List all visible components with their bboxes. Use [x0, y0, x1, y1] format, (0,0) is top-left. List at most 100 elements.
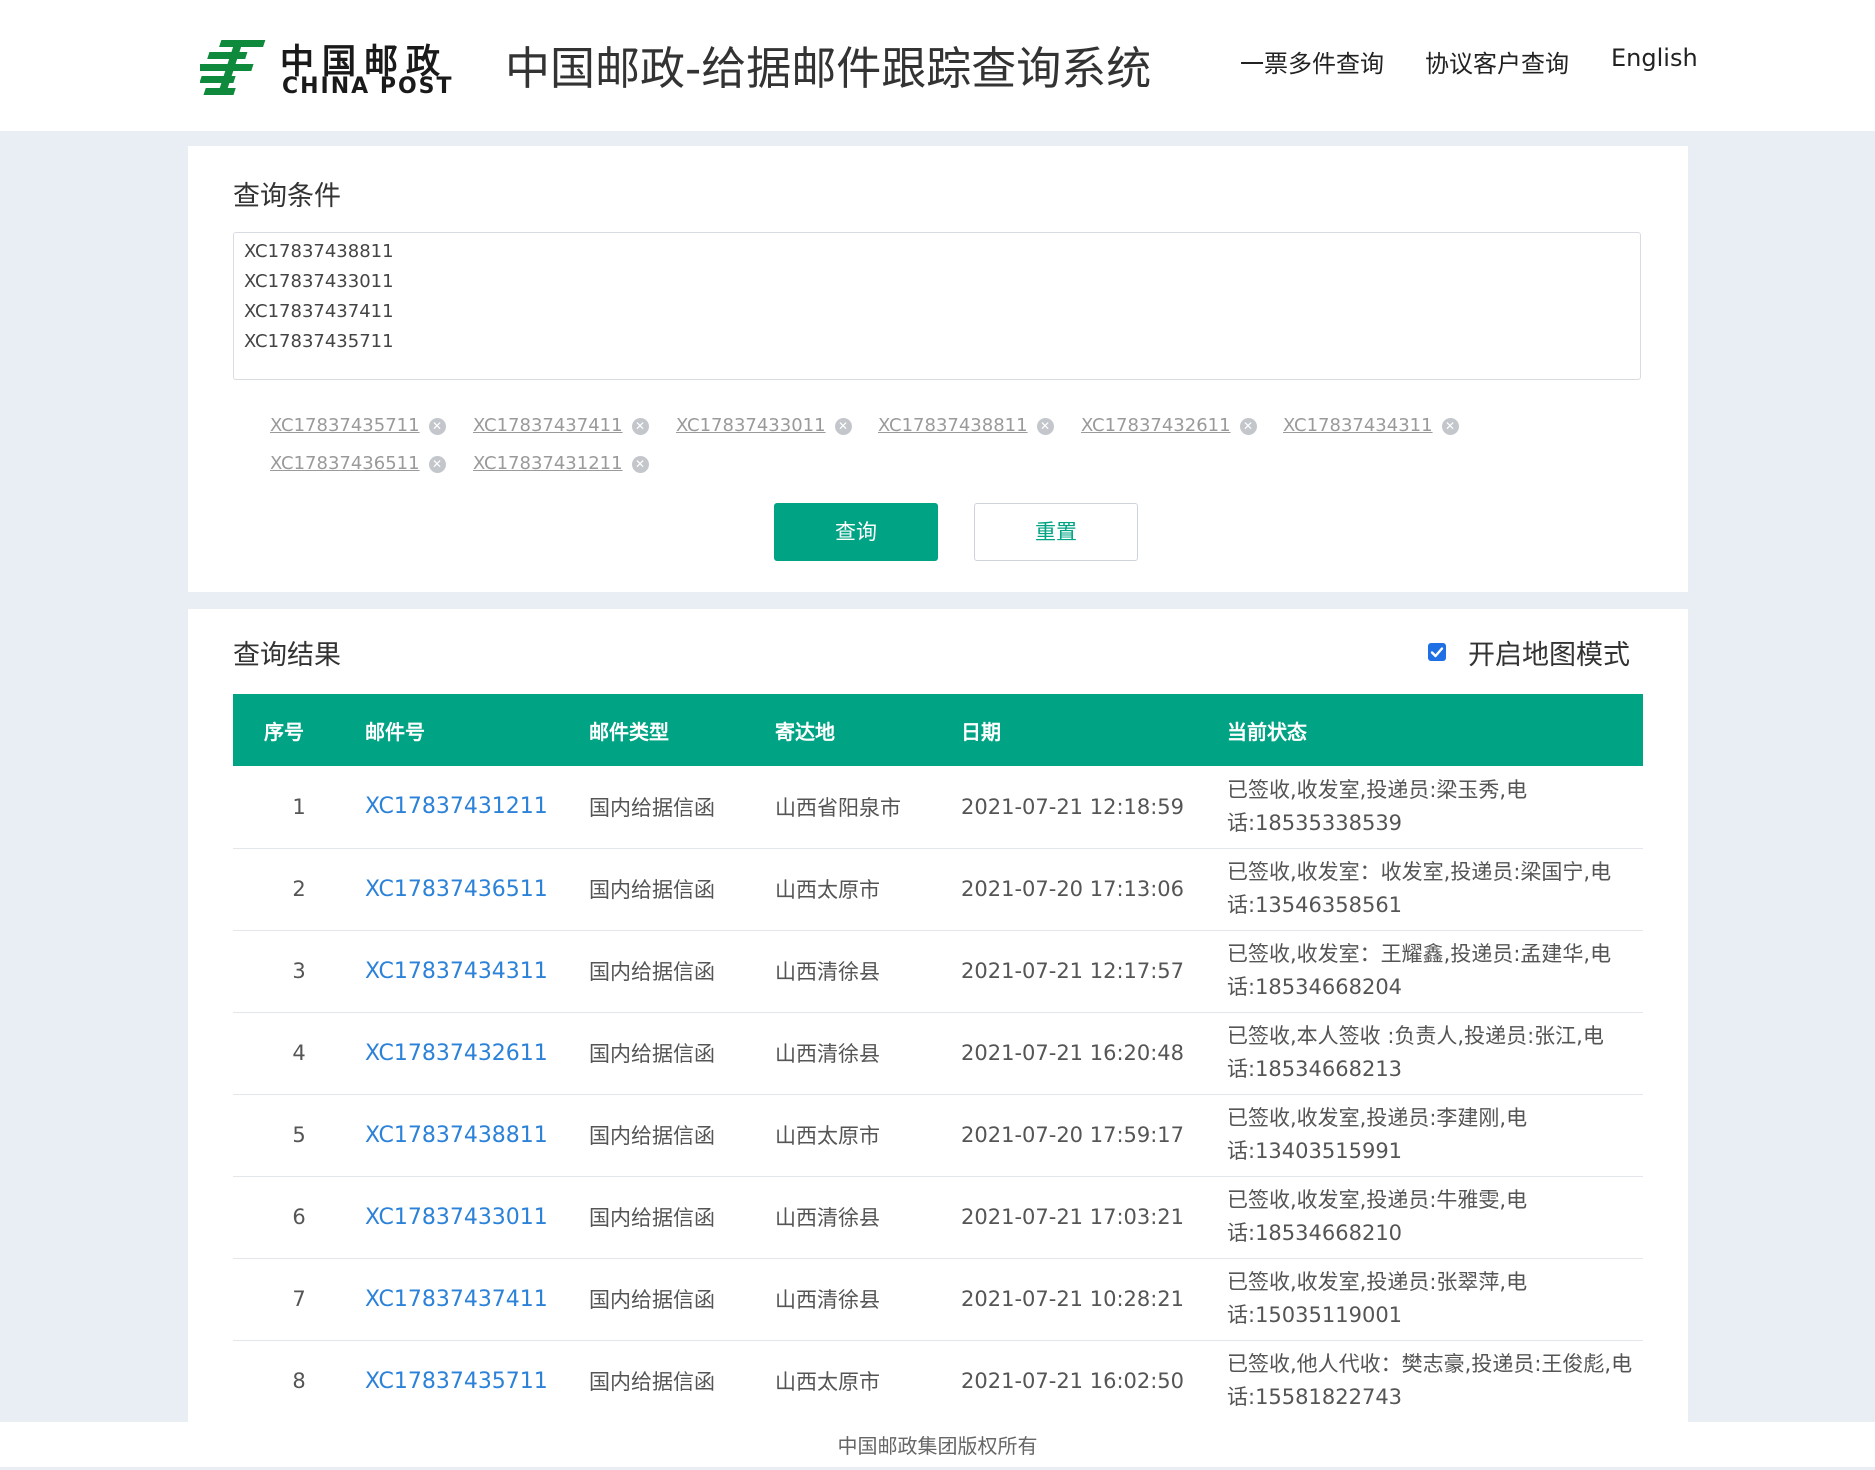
cell-destination: 山西清徐县: [775, 960, 880, 984]
column-header-destination: 寄达地: [775, 719, 835, 744]
remove-tag-icon[interactable]: ✕: [631, 418, 649, 435]
cell-status: 已签收,收发室,投递员:李建刚,电话:13403515991: [1227, 1106, 1528, 1163]
history-tag-label[interactable]: XC17837437411: [473, 415, 623, 436]
input-line: XC17837433011: [244, 271, 394, 292]
history-tag[interactable]: XC17837434311 ✕: [1283, 415, 1459, 436]
mail-id-link[interactable]: XC17837432611: [365, 1041, 548, 1066]
cell-status: 已签收,收发室：收发室,投递员:梁国宁,电话:13546358561: [1227, 860, 1612, 917]
column-header-no: 序号: [264, 719, 304, 744]
cell-no: 5: [292, 1123, 306, 1147]
remove-tag-icon[interactable]: ✕: [1441, 418, 1459, 435]
table-row: 2 XC17837436511 国内给据信函 山西太原市 2021-07-20 …: [233, 848, 1643, 930]
table-row: 7 XC17837437411 国内给据信函 山西清徐县 2021-07-21 …: [233, 1258, 1643, 1340]
cell-status: 已签收,收发室,投递员:牛雅雯,电话:18534668210: [1227, 1188, 1528, 1245]
input-line: XC17837437411: [244, 301, 394, 322]
results-table: 序号 邮件号 邮件类型 寄达地 日期 当前状态 1 XC17837431211 …: [233, 694, 1643, 1423]
history-tag[interactable]: XC17837431211 ✕: [473, 453, 649, 474]
column-header-date: 日期: [961, 719, 1001, 744]
cell-no: 1: [292, 794, 306, 819]
tracking-numbers-input[interactable]: XC17837438811 XC17837433011 XC1783743741…: [233, 232, 1641, 380]
history-tag[interactable]: XC17837433011 ✕: [676, 415, 852, 436]
mail-id-link[interactable]: XC17837437411: [365, 1287, 548, 1312]
cell-status: 已签收,他人代收：樊志豪,投递员:王俊彪,电话:15581822743: [1227, 1352, 1633, 1409]
mail-id-link[interactable]: XC17837433011: [365, 1205, 548, 1230]
input-line: XC17837435711: [244, 331, 394, 352]
history-tag[interactable]: XC17837437411 ✕: [473, 415, 649, 436]
top-header: 中国邮政 CHINA POST 中国邮政-给据邮件跟踪查询系统 一票多件查询 协…: [0, 0, 1875, 131]
cell-date: 2021-07-21 10:28:21: [961, 1287, 1185, 1311]
cell-status: 已签收,收发室,投递员:张翠萍,电话:15035119001: [1227, 1270, 1528, 1327]
table-header-row: 序号 邮件号 邮件类型 寄达地 日期 当前状态: [233, 694, 1643, 766]
column-header-status: 当前状态: [1227, 719, 1307, 744]
cell-date: 2021-07-20 17:13:06: [961, 877, 1185, 901]
cell-date: 2021-07-21 12:17:57: [961, 959, 1185, 983]
remove-tag-icon[interactable]: ✕: [834, 418, 852, 435]
cell-no: 4: [292, 1041, 306, 1065]
history-tag-label[interactable]: XC17837436511: [270, 453, 420, 474]
remove-tag-icon[interactable]: ✕: [428, 418, 446, 435]
history-tag[interactable]: XC17837436511 ✕: [270, 453, 446, 474]
remove-tag-icon[interactable]: ✕: [428, 456, 446, 473]
results-panel: 查询结果 开启地图模式 序号 邮件号 邮件类型 寄达地 日期 当前状态 1 XC…: [188, 609, 1688, 1429]
mail-id-link[interactable]: XC17837431211: [365, 794, 548, 819]
column-header-mail-type: 邮件类型: [589, 719, 669, 744]
column-header-mail-id: 邮件号: [365, 719, 425, 744]
china-post-emblem-icon: [200, 40, 266, 95]
nav-batch-query[interactable]: 一票多件查询: [1240, 44, 1384, 79]
cell-destination: 山西省阳泉市: [775, 795, 901, 820]
reset-button[interactable]: 重置: [974, 503, 1138, 561]
history-tag-label[interactable]: XC17837434311: [1283, 415, 1433, 436]
cell-mail-type: 国内给据信函: [589, 1042, 715, 1066]
query-panel-title: 查询条件: [233, 181, 341, 212]
cell-destination: 山西清徐县: [775, 1206, 880, 1230]
cell-mail-type: 国内给据信函: [589, 1124, 715, 1148]
table-row: 1 XC17837431211 国内给据信函 山西省阳泉市 2021-07-21…: [233, 766, 1643, 848]
cell-date: 2021-07-21 16:02:50: [961, 1369, 1185, 1393]
map-mode-checkbox[interactable]: [1428, 643, 1446, 661]
cell-no: 8: [292, 1369, 306, 1393]
table-row: 5 XC17837438811 国内给据信函 山西太原市 2021-07-20 …: [233, 1094, 1643, 1176]
history-tag-label[interactable]: XC17837438811: [878, 415, 1028, 436]
query-button[interactable]: 查询: [774, 503, 938, 561]
cell-destination: 山西太原市: [775, 1370, 880, 1394]
history-tag[interactable]: XC17837432611 ✕: [1081, 415, 1257, 436]
history-tag-label[interactable]: XC17837433011: [676, 415, 826, 436]
history-tag[interactable]: XC17837438811 ✕: [878, 415, 1054, 436]
mail-id-link[interactable]: XC17837436511: [365, 877, 548, 902]
mail-id-link[interactable]: XC17837434311: [365, 959, 548, 984]
map-mode-label: 开启地图模式: [1468, 640, 1630, 671]
history-tag-label[interactable]: XC17837435711: [270, 415, 420, 436]
logo-english-text: CHINA POST: [282, 74, 454, 99]
mail-id-link[interactable]: XC17837435711: [365, 1369, 548, 1394]
history-tag-label[interactable]: XC17837431211: [473, 453, 623, 474]
cell-date: 2021-07-21 16:20:48: [961, 1041, 1185, 1065]
remove-tag-icon[interactable]: ✕: [1036, 418, 1054, 435]
nav-english[interactable]: English: [1611, 44, 1698, 72]
cell-mail-type: 国内给据信函: [589, 960, 715, 984]
history-tag-label[interactable]: XC17837432611: [1081, 415, 1231, 436]
results-panel-title: 查询结果: [233, 640, 341, 671]
copyright-text: 中国邮政集团版权所有: [837, 1434, 1038, 1458]
cell-destination: 山西清徐县: [775, 1042, 880, 1066]
checkmark-icon: [1430, 647, 1444, 658]
cell-destination: 山西清徐县: [775, 1288, 880, 1312]
cell-no: 2: [292, 877, 306, 901]
mail-id-link[interactable]: XC17837438811: [365, 1123, 548, 1148]
cell-destination: 山西太原市: [775, 1124, 880, 1148]
cell-status: 已签收,本人签收 :负责人,投递员:张江,电话:18534668213: [1227, 1024, 1604, 1081]
nav-agreement-customer-query[interactable]: 协议客户查询: [1425, 44, 1569, 79]
remove-tag-icon[interactable]: ✕: [631, 456, 649, 473]
history-tag[interactable]: XC17837435711 ✕: [270, 415, 446, 436]
cell-destination: 山西太原市: [775, 878, 880, 902]
query-panel: 查询条件 XC17837438811 XC17837433011 XC17837…: [188, 146, 1688, 592]
cell-date: 2021-07-20 17:59:17: [961, 1123, 1185, 1147]
cell-mail-type: 国内给据信函: [589, 878, 715, 902]
remove-tag-icon[interactable]: ✕: [1239, 418, 1257, 435]
cell-mail-type: 国内给据信函: [589, 1288, 715, 1312]
cell-status: 已签收,收发室：王耀鑫,投递员:孟建华,电话:18534668204: [1227, 942, 1612, 999]
china-post-logo[interactable]: 中国邮政 CHINA POST: [200, 34, 470, 100]
cell-mail-type: 国内给据信函: [589, 1370, 715, 1394]
cell-status: 已签收,收发室,投递员:梁玉秀,电话:18535338539: [1227, 777, 1528, 835]
cell-mail-type: 国内给据信函: [589, 795, 715, 820]
cell-no: 6: [292, 1205, 306, 1229]
